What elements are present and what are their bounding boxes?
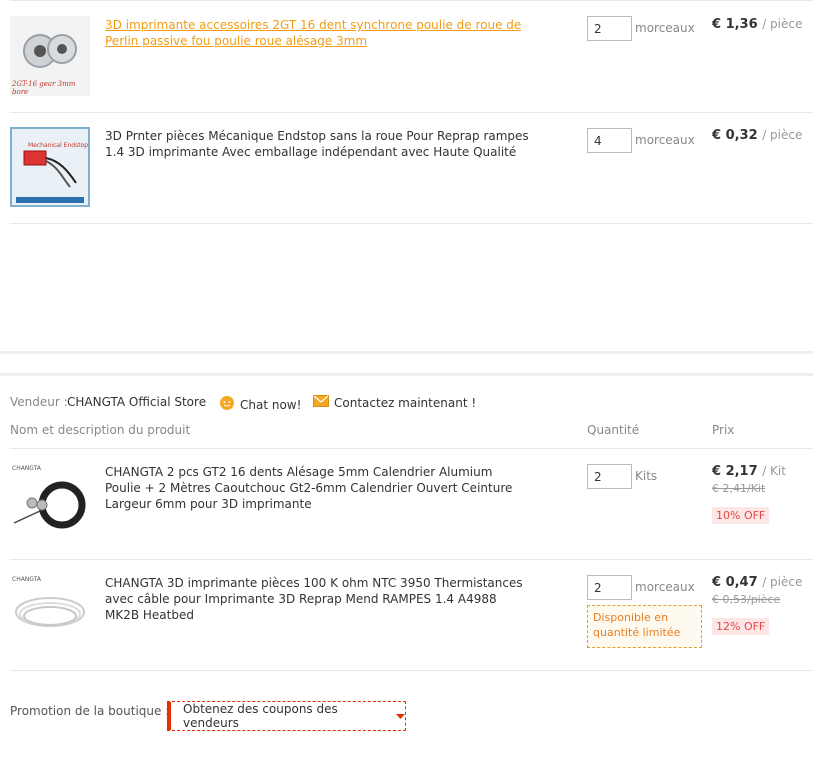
- header-quantity: Quantité: [587, 423, 640, 437]
- image-caption: 2GT-16 gear 3mm bore: [12, 80, 76, 96]
- divider: [10, 448, 813, 449]
- item-price: € 0,32 / pièce: [712, 128, 802, 143]
- price-value: € 0,32: [712, 128, 758, 143]
- thermistor-image: [10, 574, 90, 654]
- section-separator: [0, 373, 813, 376]
- divider: [10, 223, 813, 224]
- price-per: / pièce: [762, 128, 803, 142]
- brand-mark: CHANGTA: [12, 465, 42, 472]
- header-price: Prix: [712, 423, 735, 437]
- item-price: € 0,47 / pièce: [712, 575, 802, 590]
- chat-now-button[interactable]: Chat now!: [219, 395, 301, 414]
- promo-label: Promotion de la boutique :: [10, 704, 170, 718]
- item-price: € 2,17 / Kit: [712, 464, 786, 479]
- coupon-label: Obtenez des coupons des vendeurs: [183, 702, 338, 730]
- product-title-link[interactable]: 3D imprimante accessoires 2GT 16 dent sy…: [105, 17, 530, 49]
- chat-label: Chat now!: [240, 397, 302, 412]
- quantity-input[interactable]: [587, 464, 632, 489]
- product-image[interactable]: Mechanical Endstop: [10, 127, 90, 207]
- product-image[interactable]: CHANGTA: [10, 463, 90, 543]
- discount-badge: 10% OFF: [712, 507, 770, 524]
- divider: [10, 670, 813, 671]
- section-separator: [0, 351, 813, 354]
- price-value: € 1,36: [712, 17, 758, 32]
- discount-badge: 12% OFF: [712, 618, 770, 635]
- limited-stock-notice: Disponible en quantité limitée: [587, 605, 702, 648]
- price-per: / pièce: [762, 575, 803, 589]
- price-per: / pièce: [762, 17, 803, 31]
- quantity-unit: Kits: [635, 469, 658, 483]
- product-title-link[interactable]: CHANGTA 3D imprimante pièces 100 K ohm N…: [105, 575, 530, 623]
- quantity-unit: morceaux: [635, 133, 695, 147]
- vendor-label: Vendeur :: [10, 395, 68, 409]
- quantity-unit: morceaux: [635, 580, 695, 594]
- original-price: € 2,41/Kit: [712, 482, 766, 495]
- endstop-image: [10, 127, 90, 207]
- quantity-input[interactable]: [587, 128, 632, 153]
- image-caption: Mechanical Endstop: [28, 142, 89, 149]
- divider: [10, 112, 813, 113]
- brand-mark: CHANGTA: [12, 576, 42, 583]
- quantity-input[interactable]: [587, 16, 632, 41]
- mail-icon: [313, 395, 329, 410]
- product-title-link[interactable]: 3D Prnter pièces Mécanique Endstop sans …: [105, 128, 530, 160]
- chevron-down-icon: [396, 709, 405, 723]
- contact-label: Contactez maintenant !: [334, 395, 477, 410]
- vendor-name-link[interactable]: CHANGTA Official Store: [67, 395, 206, 409]
- quantity-input[interactable]: [587, 575, 632, 600]
- divider: [10, 559, 813, 560]
- product-image[interactable]: 2GT-16 gear 3mm bore: [10, 16, 90, 96]
- belt-pulley-image: [10, 463, 90, 543]
- product-title-link[interactable]: CHANGTA 2 pcs GT2 16 dents Alésage 5mm C…: [105, 464, 530, 512]
- coupon-dropdown-button[interactable]: Obtenez des coupons des vendeurs: [167, 701, 406, 731]
- price-value: € 0,47: [712, 575, 758, 590]
- header-product: Nom et description du produit: [10, 423, 191, 437]
- price-value: € 2,17: [712, 464, 758, 479]
- price-per: / Kit: [762, 464, 786, 478]
- chat-icon: [219, 395, 235, 414]
- divider: [10, 0, 813, 1]
- contact-seller-button[interactable]: Contactez maintenant !: [313, 395, 476, 410]
- item-price: € 1,36 / pièce: [712, 17, 802, 32]
- product-image[interactable]: CHANGTA: [10, 574, 90, 654]
- quantity-unit: morceaux: [635, 21, 695, 35]
- original-price: € 0,53/pièce: [712, 593, 781, 606]
